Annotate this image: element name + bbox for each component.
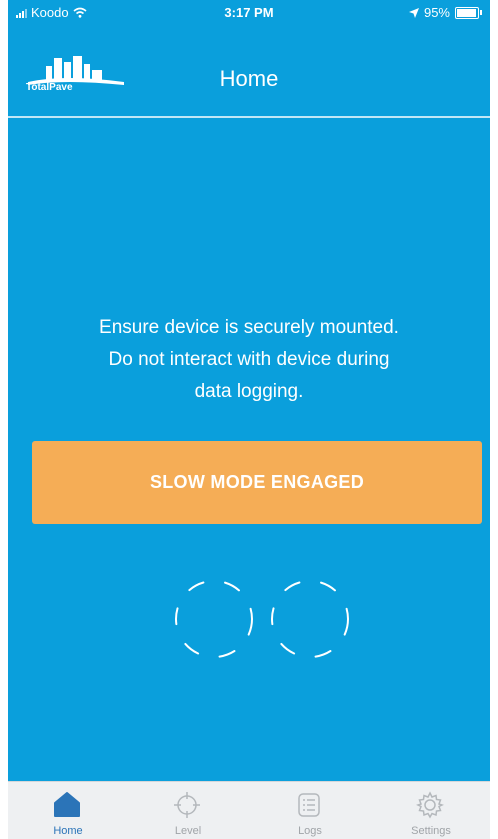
gear-icon xyxy=(416,791,444,819)
home-icon xyxy=(54,792,80,817)
message-line-2: Do not interact with device during xyxy=(108,349,390,370)
header: TotalPave Home xyxy=(8,40,490,114)
battery-icon xyxy=(455,6,479,19)
tab-logs-label: Logs xyxy=(298,825,322,837)
tab-level[interactable]: Level xyxy=(133,782,243,839)
status-bar: Koodo 3:17 PM 95% xyxy=(8,0,490,26)
message-line-1: Ensure device is securely mounted. xyxy=(99,317,399,338)
slow-mode-button[interactable]: SLOW MODE ENGAGED xyxy=(32,441,482,524)
crosshair-icon xyxy=(174,792,200,818)
list-icon xyxy=(298,793,320,817)
tab-home-label: Home xyxy=(53,825,83,837)
battery-percent: 95% xyxy=(423,5,450,20)
message-line-3: data logging. xyxy=(194,381,304,402)
battery-fill xyxy=(457,8,476,17)
page-title: Home xyxy=(219,66,279,91)
status-right: 95% xyxy=(408,5,482,20)
tab-settings[interactable]: Settings xyxy=(376,782,486,839)
tab-settings-label: Settings xyxy=(411,825,451,837)
instruction-message: Ensure device is securely mounted. Do no… xyxy=(48,312,450,408)
location-arrow-icon xyxy=(408,7,419,18)
infinity-dashed-loader-icon xyxy=(175,580,349,658)
tab-bar: Home Level Logs Settings xyxy=(8,781,490,839)
app-screen: Koodo 3:17 PM 95% TotalPave Home Ensure … xyxy=(8,0,490,839)
tab-logs[interactable]: Logs xyxy=(255,782,365,839)
battery-cap xyxy=(480,10,482,15)
header-divider xyxy=(8,116,490,118)
tab-level-label: Level xyxy=(174,825,202,837)
tab-home[interactable]: Home xyxy=(13,782,123,839)
